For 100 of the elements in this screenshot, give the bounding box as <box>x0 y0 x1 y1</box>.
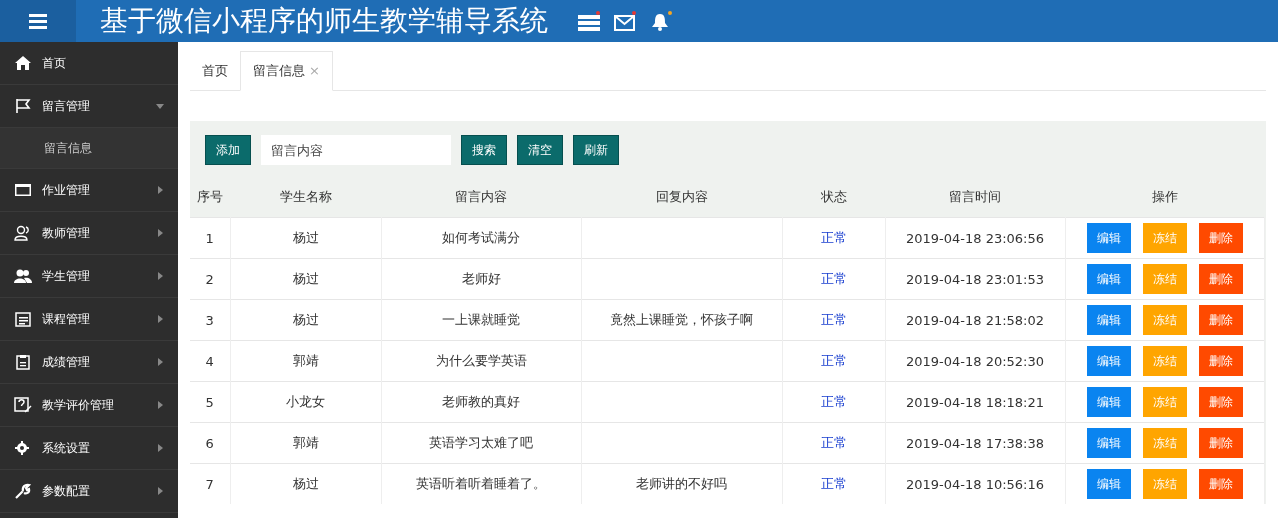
sidebar-item[interactable]: 参数配置 <box>0 470 178 513</box>
clipboard-icon <box>14 354 32 370</box>
table-cell: 为什么要学英语 <box>381 340 581 382</box>
add-button[interactable]: 添加 <box>205 135 251 165</box>
delete-button[interactable]: 删除 <box>1198 387 1243 417</box>
table-cell: 7 <box>190 463 230 504</box>
edit-button[interactable]: 编辑 <box>1086 346 1131 376</box>
status-text: 正常 <box>820 230 847 245</box>
table-cell: 2019-04-18 20:52:30 <box>885 340 1065 382</box>
table-cell: 2019-04-18 23:01:53 <box>885 258 1065 300</box>
edit-button[interactable]: 编辑 <box>1086 264 1131 294</box>
tasks-icon[interactable] <box>578 11 602 31</box>
status-text: 正常 <box>820 312 847 327</box>
sidebar-item[interactable]: 作业管理 <box>0 169 178 212</box>
toolbar-button[interactable]: 搜索 <box>461 135 507 165</box>
status-text: 正常 <box>820 353 847 368</box>
status-text: 正常 <box>820 435 847 450</box>
table-cell: 1 <box>190 217 230 259</box>
table-cell: 一上课就睡觉 <box>381 299 581 341</box>
bell-icon[interactable] <box>650 11 674 31</box>
status-text: 正常 <box>820 271 847 286</box>
edit-button[interactable]: 编辑 <box>1086 387 1131 417</box>
sidebar-item[interactable]: 学生管理 <box>0 255 178 298</box>
edit-button[interactable]: 编辑 <box>1086 428 1131 458</box>
table-cell: 如何考试满分 <box>381 217 581 259</box>
delete-button[interactable]: 删除 <box>1198 264 1243 294</box>
table-cell: 英语学习太难了吧 <box>381 422 581 464</box>
sidebar-item[interactable]: 首页 <box>0 42 178 85</box>
freeze-button[interactable]: 冻结 <box>1142 346 1187 376</box>
tab[interactable]: 首页 <box>190 52 240 90</box>
edit-button[interactable]: 编辑 <box>1086 223 1131 253</box>
freeze-button[interactable]: 冻结 <box>1142 223 1187 253</box>
edit-button[interactable]: 编辑 <box>1086 305 1131 335</box>
freeze-button[interactable]: 冻结 <box>1142 305 1187 335</box>
search-field[interactable]: 留言内容 <box>261 135 451 165</box>
status-text: 正常 <box>820 476 847 491</box>
delete-button[interactable]: 删除 <box>1198 428 1243 458</box>
table-cell: 老师好 <box>381 258 581 300</box>
mail-icon[interactable] <box>614 11 638 31</box>
freeze-button[interactable]: 冻结 <box>1142 264 1187 294</box>
column-header: 序号 <box>190 177 230 218</box>
table-cell: 郭靖 <box>230 340 381 382</box>
sidebar-label: 成绩管理 <box>42 353 91 371</box>
sidebar-item[interactable]: 系统设置 <box>0 427 178 470</box>
app-title: 基于微信小程序的师生教学辅导系统 <box>100 3 548 39</box>
table-cell: 老师教的真好 <box>381 381 581 423</box>
sidebar-label: 首页 <box>42 54 67 72</box>
delete-button[interactable]: 删除 <box>1198 305 1243 335</box>
table-cell: 2 <box>190 258 230 300</box>
table-cell: 5 <box>190 381 230 423</box>
freeze-button[interactable]: 冻结 <box>1142 428 1187 458</box>
people-icon <box>14 268 32 284</box>
tab[interactable]: 留言信息 × <box>240 51 333 91</box>
sidebar-label: 参数配置 <box>42 482 91 500</box>
close-icon[interactable]: × <box>309 63 320 78</box>
freeze-button[interactable]: 冻结 <box>1142 469 1187 499</box>
column-header: 留言时间 <box>885 177 1065 218</box>
card-icon <box>14 182 32 198</box>
table-cell: 6 <box>190 422 230 464</box>
delete-button[interactable]: 删除 <box>1198 223 1243 253</box>
column-header: 状态 <box>782 177 885 218</box>
sidebar-label: 教师管理 <box>42 224 91 242</box>
column-header: 留言内容 <box>381 177 581 218</box>
edit-button[interactable]: 编辑 <box>1086 469 1131 499</box>
sidebar-item[interactable]: 教学评价管理 <box>0 384 178 427</box>
delete-button[interactable]: 删除 <box>1198 346 1243 376</box>
table-cell: 杨过 <box>230 463 381 504</box>
table-cell: 2019-04-18 21:58:02 <box>885 299 1065 341</box>
submenu-item[interactable]: 留言信息 <box>0 128 178 169</box>
toolbar-button[interactable]: 刷新 <box>573 135 619 165</box>
freeze-button[interactable]: 冻结 <box>1142 387 1187 417</box>
sidebar-label: 作业管理 <box>42 181 91 199</box>
table-cell: 2019-04-18 23:06:56 <box>885 217 1065 259</box>
calendar-icon <box>14 311 32 327</box>
sidebar-item[interactable]: 课程管理 <box>0 298 178 341</box>
wrench-icon <box>14 483 32 499</box>
table-cell: 竟然上课睡觉，怀孩子啊 <box>610 312 753 327</box>
table-cell: 老师讲的不好吗 <box>636 476 727 491</box>
toolbar-button[interactable]: 清空 <box>517 135 563 165</box>
delete-button[interactable]: 删除 <box>1198 469 1243 499</box>
status-text: 正常 <box>820 394 847 409</box>
menu-button[interactable] <box>0 0 76 42</box>
sidebar-item[interactable]: 成绩管理 <box>0 341 178 384</box>
table-cell: 2019-04-18 10:56:16 <box>885 463 1065 504</box>
menu-icon <box>29 13 47 29</box>
table-cell: 杨过 <box>230 299 381 341</box>
sidebar-label: 系统设置 <box>42 439 91 457</box>
column-header: 操作 <box>1065 177 1265 218</box>
table-cell: 英语听着听着睡着了。 <box>381 463 581 504</box>
flag-icon <box>14 98 32 114</box>
sidebar-label: 学生管理 <box>42 267 91 285</box>
table-cell: 4 <box>190 340 230 382</box>
sidebar-item[interactable]: 教师管理 <box>0 212 178 255</box>
table-cell: 2019-04-18 18:18:21 <box>885 381 1065 423</box>
table-cell: 郭靖 <box>230 422 381 464</box>
help-icon <box>14 397 32 413</box>
column-header: 回复内容 <box>581 177 782 218</box>
sidebar-label: 课程管理 <box>42 310 91 328</box>
table-cell: 杨过 <box>230 258 381 300</box>
person-icon <box>14 225 32 241</box>
